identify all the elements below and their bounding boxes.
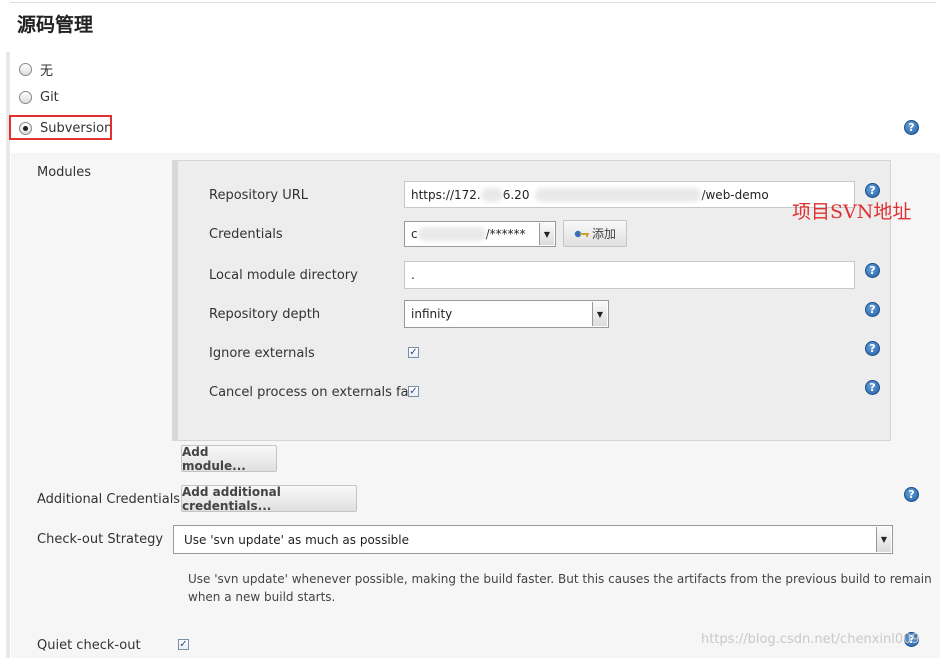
ignore-externals-label: Ignore externals (209, 346, 315, 361)
radio-none[interactable] (19, 63, 32, 76)
checkout-strategy-value: Use 'svn update' as much as possible (184, 532, 409, 547)
quiet-checkout-checkbox[interactable]: ✓ (178, 639, 189, 650)
repository-url-input[interactable]: https://172. 6.20 /web-demo (404, 181, 855, 208)
chevron-down-icon[interactable]: ▼ (592, 302, 607, 326)
chevron-down-icon[interactable]: ▼ (539, 223, 554, 245)
help-icon-additional-credentials[interactable]: ? (904, 487, 919, 502)
ignore-externals-checkbox[interactable]: ✓ (408, 347, 419, 358)
additional-credentials-label: Additional Credentials (37, 492, 181, 507)
svn-address-annotation: 项目SVN地址 (792, 201, 912, 223)
scm-option-none[interactable]: 无 (19, 60, 53, 79)
help-icon-repository-depth[interactable]: ? (865, 302, 880, 317)
credentials-value-end: /****** (485, 227, 526, 241)
scm-option-git-label: Git (40, 90, 59, 105)
repository-url-redaction-1 (480, 187, 503, 202)
help-icon-ignore-externals[interactable]: ? (865, 341, 880, 356)
repository-depth-label: Repository depth (209, 307, 321, 322)
repository-url-label: Repository URL (209, 188, 309, 203)
add-module-button[interactable]: Add module... (181, 445, 277, 473)
repository-url-value-start: https://172. (411, 187, 481, 202)
top-divider (10, 2, 936, 3)
help-icon-local-module-dir[interactable]: ? (865, 263, 880, 278)
chevron-down-icon[interactable]: ▼ (876, 527, 891, 552)
key-icon (574, 230, 589, 237)
subversion-highlight-box (9, 115, 112, 140)
help-icon-subversion[interactable]: ? (904, 120, 919, 135)
checkout-strategy-select[interactable]: Use 'svn update' as much as possible ▼ (173, 525, 893, 554)
radio-git[interactable] (19, 91, 32, 104)
checkout-strategy-description-line1: Use 'svn update' whenever possible, maki… (188, 572, 932, 586)
cancel-externals-label: Cancel process on externals fail (209, 385, 416, 400)
add-additional-credentials-button[interactable]: Add additional credentials... (181, 485, 357, 513)
watermark: https://blog.csdn.net/chenxinl009 (701, 632, 920, 647)
scm-option-none-label: 无 (40, 64, 54, 79)
checkout-strategy-label: Check-out Strategy (37, 532, 164, 547)
checkout-strategy-description-line2: when a new build starts. (188, 590, 336, 604)
credentials-value-start: c (411, 227, 418, 241)
repository-depth-value: infinity (411, 307, 453, 321)
repository-url-value-end: /web-demo (701, 187, 769, 202)
scm-option-git[interactable]: Git (19, 90, 59, 105)
help-icon-cancel-externals[interactable]: ? (865, 380, 880, 395)
repository-depth-select[interactable]: infinity ▼ (404, 300, 609, 328)
credentials-redaction (417, 227, 486, 241)
module-box-left-border (172, 160, 178, 441)
quiet-checkout-label: Quiet check-out (37, 638, 141, 653)
local-module-dir-label: Local module directory (209, 268, 358, 283)
help-icon-repository-url[interactable]: ? (865, 183, 880, 198)
cancel-externals-checkbox[interactable]: ✓ (408, 386, 419, 397)
section-title: 源码管理 (17, 14, 94, 36)
repository-url-redaction-2 (535, 187, 702, 202)
credentials-select[interactable]: c /****** ▼ (404, 221, 556, 247)
local-module-dir-input[interactable]: . (404, 261, 855, 289)
credentials-label: Credentials (209, 227, 283, 242)
repository-url-value-mid: 6.20 (502, 187, 530, 202)
section-left-rule (6, 52, 10, 658)
modules-label: Modules (37, 165, 92, 180)
add-credentials-label: 添加 (591, 227, 616, 241)
add-credentials-button[interactable]: 添加 (563, 220, 627, 247)
